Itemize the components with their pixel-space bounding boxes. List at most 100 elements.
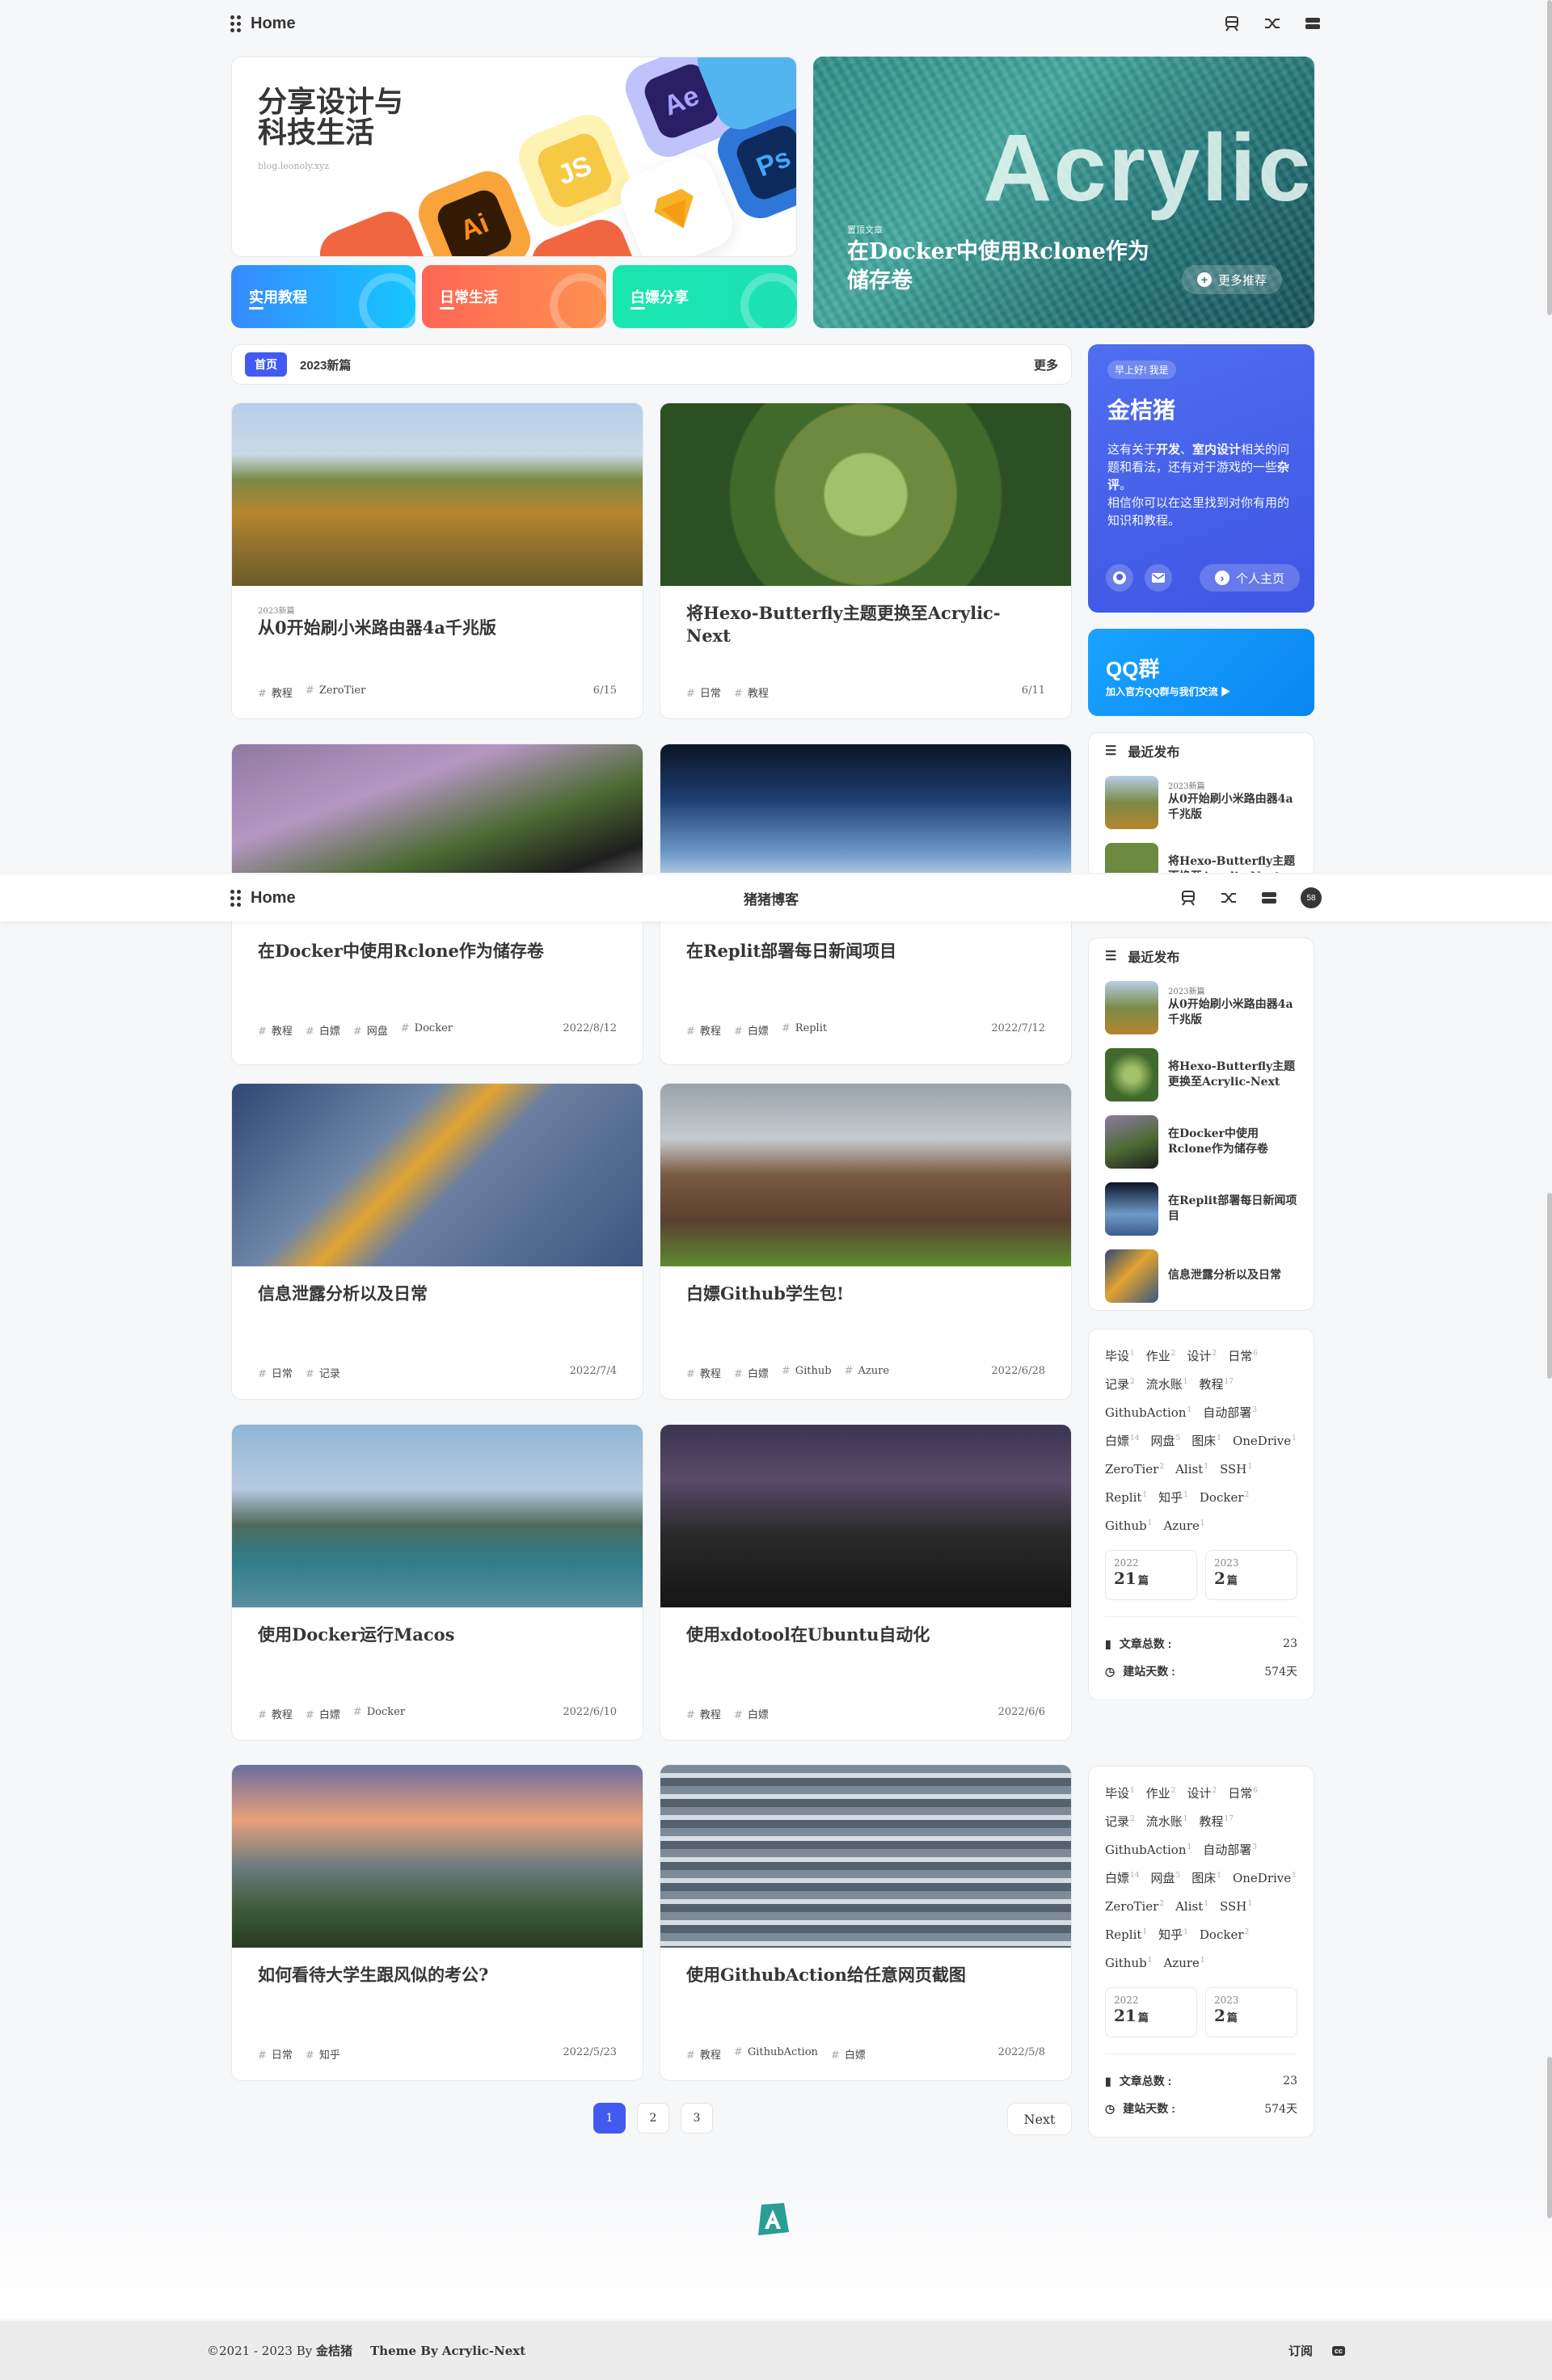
train-icon[interactable]	[1179, 889, 1197, 907]
tag-link[interactable]: 知乎1	[1158, 1923, 1188, 1944]
tag-link[interactable]: 网盘5	[1150, 1429, 1180, 1451]
cat-button-life[interactable]: 日常生活	[422, 265, 606, 328]
post-card[interactable]	[660, 743, 1072, 873]
qq-group-card[interactable]: QQ群 加入官方QQ群与我们交流 ▶	[1088, 629, 1314, 716]
tag-link[interactable]: 图床1	[1191, 1429, 1221, 1451]
post-tag-link[interactable]: 教程	[734, 685, 769, 700]
post-title[interactable]: 使用Docker运行Macos	[258, 1624, 614, 1646]
post-card[interactable]: 使用Docker运行Macos 教程白嫖Docker2022/6/10	[231, 1424, 643, 1741]
tag-link[interactable]: Azure1	[1163, 1514, 1204, 1535]
post-title[interactable]: 使用xdotool在Ubuntu自动化	[686, 1624, 1042, 1646]
tag-link[interactable]: SSH1	[1220, 1457, 1252, 1479]
recent-item[interactable]: 2023新篇 从0开始刷小米路由器4a千兆版	[1089, 974, 1314, 1041]
post-title[interactable]: 如何看待大学生跟风似的考公?	[258, 1964, 614, 1986]
cat-button-free[interactable]: 白嫖分享	[613, 265, 797, 328]
avatar[interactable]: 58	[1301, 887, 1322, 908]
scrollbar-thumb[interactable]	[1547, 1193, 1552, 1379]
tag-link[interactable]: 自动部署3	[1203, 1401, 1257, 1422]
tag-link[interactable]: 白嫖14	[1105, 1866, 1139, 1888]
tag-link[interactable]: ZeroTier2	[1105, 1894, 1164, 1916]
tag-link[interactable]: Replit1	[1105, 1485, 1147, 1507]
post-card[interactable]: 信息泄露分析以及日常 日常记录2022/7/4	[231, 1083, 643, 1400]
tag-link[interactable]: 网盘5	[1150, 1866, 1180, 1888]
tag-link[interactable]: 作业2	[1146, 1781, 1176, 1803]
tag-link[interactable]: Docker2	[1200, 1923, 1249, 1944]
recent-item[interactable]: 将Hexo-Butterfly主题更换至Acrylic-Next	[1089, 1041, 1314, 1108]
tag-link[interactable]: 毕设1	[1105, 1344, 1135, 1366]
recent-item[interactable]: 2023新篇 从0开始刷小米路由器4a千兆版	[1089, 769, 1314, 836]
page-2[interactable]: 2	[637, 2103, 669, 2134]
tag-link[interactable]: Docker2	[1200, 1485, 1249, 1507]
post-card[interactable]: 使用xdotool在Ubuntu自动化 教程白嫖2022/6/6	[660, 1424, 1072, 1741]
archive-year[interactable]: 2022 21 篇	[1105, 1987, 1197, 2037]
post-card[interactable]: 使用GithubAction给任意网页截图 教程GithubAction白嫖20…	[660, 1764, 1072, 2081]
home-link[interactable]: Home	[230, 889, 296, 908]
tag-link[interactable]: 记录2	[1105, 1372, 1135, 1394]
recent-item[interactable]: 在Replit部署每日新闻项目	[1089, 1175, 1314, 1242]
more-recommend-button[interactable]: + 更多推荐	[1182, 265, 1282, 294]
tag-link[interactable]: SSH1	[1220, 1894, 1252, 1916]
featured-title[interactable]: 在Docker中使用Rclone作为储存卷	[847, 238, 1154, 296]
post-card[interactable]: 如何看待大学生跟风似的考公? 日常知乎2022/5/23	[231, 1764, 643, 2081]
tag-link[interactable]: 自动部署3	[1203, 1838, 1257, 1860]
post-title[interactable]: 使用GithubAction给任意网页截图	[686, 1964, 1042, 1986]
hero-banner[interactable]: 分享设计与科技生活 blog.leonoly.xyz Ae JS Ai Ps	[231, 57, 797, 257]
email-icon[interactable]	[1145, 564, 1172, 592]
tag-link[interactable]: 白嫖14	[1105, 1429, 1139, 1451]
rss-link[interactable]: 订阅	[1288, 2342, 1313, 2359]
archive-year[interactable]: 2023 2 篇	[1205, 1987, 1297, 2037]
post-card[interactable]: 将Hexo-Butterfly主题更换至Acrylic-Next 日常教程 6/1…	[660, 402, 1072, 719]
post-tag-link[interactable]: 日常	[686, 685, 721, 700]
category-more[interactable]: 更多	[1034, 356, 1058, 373]
cc-license-icon[interactable]: cc	[1331, 2345, 1345, 2356]
theme-credit[interactable]: Theme By Acrylic-Next	[370, 2344, 525, 2358]
archive-year[interactable]: 2022 21 篇	[1105, 1550, 1197, 1600]
post-title[interactable]: 白嫖Github学生包!	[686, 1283, 1042, 1305]
tag-link[interactable]: 记录2	[1105, 1809, 1135, 1831]
tag-link[interactable]: GithubAction1	[1105, 1401, 1191, 1422]
next-page-button[interactable]: Next	[1007, 2103, 1072, 2135]
page-3[interactable]: 3	[681, 2103, 713, 2134]
recent-item[interactable]: 将Hexo-Butterfly主题更换至Acrylic-Next	[1089, 836, 1314, 873]
tag-link[interactable]: Github1	[1105, 1514, 1152, 1535]
github-icon[interactable]	[1106, 564, 1133, 592]
tag-link[interactable]: 知乎1	[1158, 1485, 1188, 1507]
menu-grid-icon[interactable]	[230, 889, 241, 907]
archive-year[interactable]: 2023 2 篇	[1205, 1550, 1297, 1600]
tag-link[interactable]: Alist1	[1175, 1894, 1208, 1916]
tag-link[interactable]: Github1	[1105, 1951, 1152, 1973]
post-title[interactable]: 信息泄露分析以及日常	[258, 1283, 614, 1305]
tag-link[interactable]: 教程17	[1200, 1372, 1234, 1394]
post-title[interactable]: 从0开始刷小米路由器4a千兆版	[258, 617, 614, 639]
post-title[interactable]: 将Hexo-Butterfly主题更换至Acrylic-Next	[686, 602, 1042, 647]
tag-link[interactable]: 教程17	[1200, 1809, 1234, 1831]
post-card[interactable]	[231, 743, 643, 873]
personal-home-button[interactable]: › 个人主页	[1200, 564, 1300, 592]
featured-post[interactable]: Acrylic 置顶文章 在Docker中使用Rclone作为储存卷 + 更多推荐	[813, 57, 1314, 328]
tag-link[interactable]: 设计2	[1187, 1781, 1217, 1803]
tag-link[interactable]: 日常6	[1228, 1781, 1258, 1803]
tag-link[interactable]: Replit1	[1105, 1923, 1147, 1944]
post-card[interactable]: 2023新篇 从0开始刷小米路由器4a千兆版 教程 ZeroTier 6/15	[231, 402, 643, 719]
tag-link[interactable]: 图床1	[1191, 1866, 1221, 1888]
tag-link[interactable]: 毕设1	[1105, 1781, 1135, 1803]
recent-item[interactable]: 信息泄露分析以及日常	[1089, 1242, 1314, 1309]
tag-link[interactable]: 流水账1	[1146, 1809, 1188, 1831]
category-home[interactable]: 首页	[245, 352, 287, 377]
post-title[interactable]: 在Docker中使用Rclone作为储存卷	[258, 940, 614, 963]
tag-link[interactable]: OneDrive1	[1233, 1866, 1297, 1888]
recent-item[interactable]: 在Docker中使用Rclone作为储存卷	[1089, 1108, 1314, 1175]
tag-link[interactable]: ZeroTier2	[1105, 1457, 1164, 1479]
post-title[interactable]: 在Replit部署每日新闻项目	[686, 940, 1042, 963]
shuffle-icon[interactable]	[1220, 889, 1238, 907]
scrollbar-thumb[interactable]	[1547, 2057, 1552, 2218]
blog-name[interactable]: 猪猪博客	[744, 888, 799, 908]
server-icon[interactable]	[1260, 889, 1278, 907]
page-1[interactable]: 1	[593, 2103, 626, 2134]
tag-link[interactable]: 作业2	[1146, 1344, 1176, 1366]
cat-button-tutorial[interactable]: 实用教程	[231, 265, 415, 328]
tag-link[interactable]: 设计2	[1187, 1344, 1217, 1366]
tag-link[interactable]: 流水账1	[1146, 1372, 1188, 1394]
post-tag-link[interactable]: ZeroTier	[306, 685, 366, 700]
tag-link[interactable]: Azure1	[1163, 1951, 1204, 1973]
